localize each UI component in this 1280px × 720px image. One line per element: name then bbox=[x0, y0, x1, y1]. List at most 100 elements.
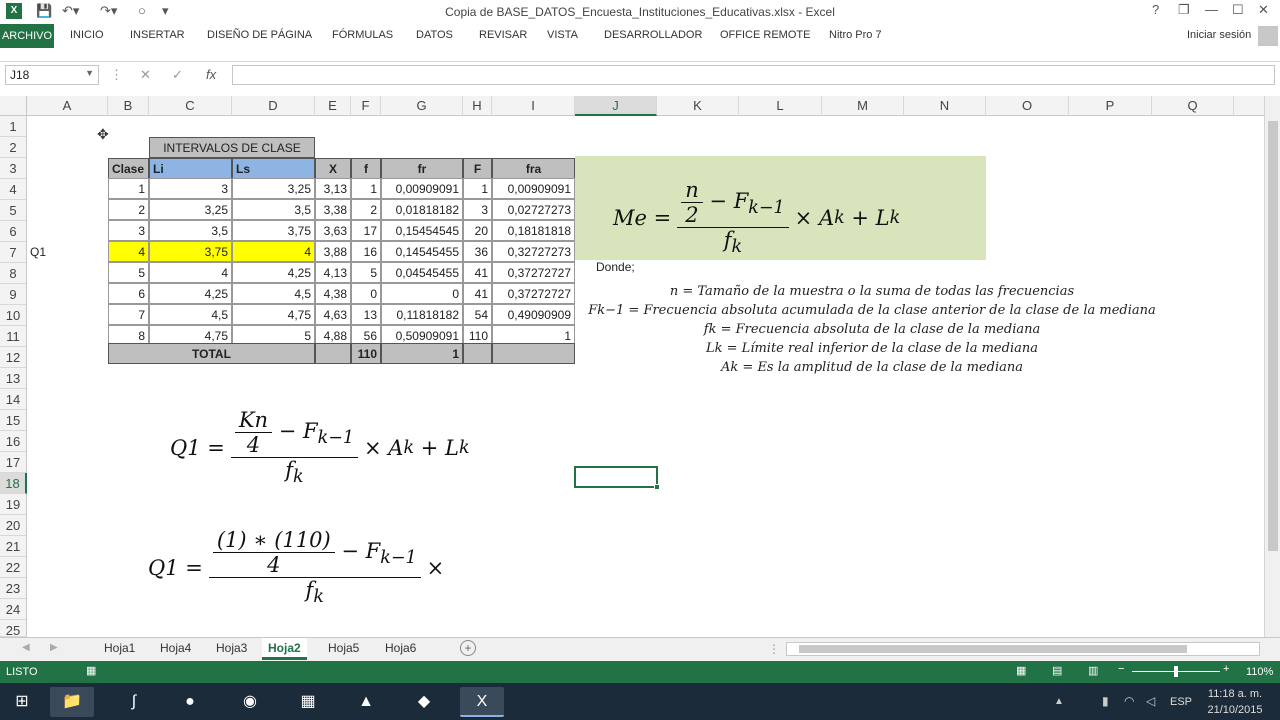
column-header[interactable]: Q bbox=[1152, 96, 1234, 116]
row-header[interactable]: 20 bbox=[0, 515, 27, 536]
total-fr[interactable]: 1 bbox=[381, 343, 463, 364]
table-cell[interactable]: 0 bbox=[381, 283, 463, 304]
row-header[interactable]: 16 bbox=[0, 431, 27, 452]
row-header[interactable]: 18 bbox=[0, 473, 27, 494]
row-header[interactable]: 4 bbox=[0, 179, 27, 200]
median-formula-box[interactable]: Me = n2 − Fk−1 fk × Ak + Lk bbox=[575, 156, 986, 260]
q1-label[interactable]: Q1 bbox=[27, 242, 87, 263]
prev-sheet-icon[interactable]: ◀ bbox=[22, 642, 30, 653]
row-header[interactable]: 11 bbox=[0, 326, 27, 347]
table-cell[interactable]: 0,01818182 bbox=[381, 199, 463, 220]
row-header[interactable]: 23 bbox=[0, 578, 27, 599]
table-cell[interactable]: 2 bbox=[108, 199, 149, 220]
header-clase[interactable]: Clase bbox=[108, 158, 149, 179]
table-cell[interactable]: 5 bbox=[351, 262, 381, 283]
chrome-icon[interactable]: ◉ bbox=[228, 687, 272, 717]
show-hidden-icons-icon[interactable]: ▲ bbox=[1054, 696, 1064, 707]
row-header[interactable]: 17 bbox=[0, 452, 27, 473]
signin-link[interactable]: Iniciar sesión bbox=[1187, 29, 1251, 41]
cancel-icon[interactable]: ✕ bbox=[140, 67, 151, 83]
row-header[interactable]: 22 bbox=[0, 557, 27, 578]
tab-nitro-pro[interactable]: Nitro Pro 7 bbox=[829, 29, 882, 41]
column-header[interactable]: C bbox=[149, 96, 232, 116]
table-cell[interactable]: 4,13 bbox=[315, 262, 351, 283]
table-cell[interactable]: 0 bbox=[351, 283, 381, 304]
header-F[interactable]: F bbox=[463, 158, 492, 179]
clock-date[interactable]: 21/10/2015 bbox=[1206, 704, 1264, 716]
row-header[interactable]: 7 bbox=[0, 242, 27, 263]
tab-insertar[interactable]: INSERTAR bbox=[130, 29, 185, 41]
total-f[interactable]: 110 bbox=[351, 343, 381, 364]
enter-icon[interactable]: ✓ bbox=[172, 67, 183, 83]
header-fr[interactable]: fr bbox=[381, 158, 463, 179]
table-cell[interactable]: 4,25 bbox=[149, 283, 232, 304]
row-header[interactable]: 19 bbox=[0, 494, 27, 515]
table-cell[interactable]: 3,5 bbox=[232, 199, 315, 220]
table-cell[interactable]: 2 bbox=[351, 199, 381, 220]
table-cell[interactable]: 4,38 bbox=[315, 283, 351, 304]
table-cell[interactable]: 4,25 bbox=[232, 262, 315, 283]
total-x[interactable] bbox=[315, 343, 351, 364]
row-header[interactable]: 25 bbox=[0, 620, 27, 638]
volume-icon[interactable]: ◁ bbox=[1146, 694, 1155, 708]
table-cell[interactable]: 3,38 bbox=[315, 199, 351, 220]
table-cell[interactable]: 3,75 bbox=[149, 241, 232, 262]
column-header[interactable]: A bbox=[27, 96, 108, 116]
select-all-corner[interactable] bbox=[0, 96, 27, 116]
table-cell[interactable]: 7 bbox=[108, 304, 149, 325]
row-header[interactable]: 24 bbox=[0, 599, 27, 620]
header-li[interactable]: Li bbox=[149, 158, 232, 179]
total-fra[interactable] bbox=[492, 343, 575, 364]
next-sheet-icon[interactable]: ▶ bbox=[50, 642, 58, 653]
header-fra[interactable]: fra bbox=[492, 158, 575, 179]
video-app-icon[interactable]: ◆ bbox=[402, 687, 446, 717]
insert-function-icon[interactable]: fx bbox=[206, 67, 216, 82]
excel-taskbar-icon[interactable]: X bbox=[460, 687, 504, 717]
table-cell[interactable]: 3,88 bbox=[315, 241, 351, 262]
zoom-out-icon[interactable]: − bbox=[1118, 663, 1124, 675]
table-cell[interactable]: 3,75 bbox=[232, 220, 315, 241]
table-cell[interactable]: 0,11818182 bbox=[381, 304, 463, 325]
table-cell[interactable]: 5 bbox=[108, 262, 149, 283]
tab-office-remote[interactable]: OFFICE REMOTE bbox=[720, 29, 810, 41]
column-header[interactable]: J bbox=[575, 96, 657, 116]
row-header[interactable]: 6 bbox=[0, 221, 27, 242]
row-header[interactable]: 10 bbox=[0, 305, 27, 326]
tab-vista[interactable]: VISTA bbox=[547, 29, 578, 41]
scrollbar-thumb[interactable] bbox=[799, 645, 1187, 653]
wifi-icon[interactable]: ◠ bbox=[1124, 694, 1134, 708]
header-f[interactable]: f bbox=[351, 158, 381, 179]
table-cell[interactable]: 0,18181818 bbox=[492, 220, 575, 241]
sheet-tab-hoja5[interactable]: Hoja5 bbox=[322, 641, 365, 655]
column-header[interactable]: K bbox=[657, 96, 739, 116]
row-header[interactable]: 12 bbox=[0, 347, 27, 368]
table-cell[interactable]: 0,15454545 bbox=[381, 220, 463, 241]
row-header[interactable]: 13 bbox=[0, 368, 27, 389]
column-header[interactable]: G bbox=[381, 96, 463, 116]
row-header[interactable]: 8 bbox=[0, 263, 27, 284]
chevron-down-icon[interactable]: ▼ bbox=[85, 68, 94, 78]
table-cell[interactable]: 0,37272727 bbox=[492, 283, 575, 304]
fill-handle[interactable] bbox=[654, 484, 660, 490]
donde-label[interactable]: Donde; bbox=[596, 260, 635, 274]
table-cell[interactable]: 3 bbox=[108, 220, 149, 241]
table-cell[interactable]: 20 bbox=[463, 220, 492, 241]
zoom-slider-handle[interactable] bbox=[1174, 666, 1178, 677]
sheet-tab-hoja3[interactable]: Hoja3 bbox=[210, 641, 253, 655]
tab-desarrollador[interactable]: DESARROLLADOR bbox=[604, 29, 702, 41]
table-cell[interactable]: 3,63 bbox=[315, 220, 351, 241]
file-explorer-icon[interactable]: 📁 bbox=[50, 687, 94, 717]
table-cell[interactable]: 0,02727273 bbox=[492, 199, 575, 220]
table-cell[interactable]: 0,14545455 bbox=[381, 241, 463, 262]
vertical-scrollbar[interactable] bbox=[1264, 96, 1280, 637]
table-cell[interactable]: 4,5 bbox=[149, 304, 232, 325]
sheet-tab-hoja2[interactable]: Hoja2 bbox=[262, 638, 307, 660]
windows-start-icon[interactable]: ⊞ bbox=[0, 687, 44, 717]
maximize-button[interactable]: ☐ bbox=[1232, 2, 1244, 18]
row-header[interactable]: 1 bbox=[0, 116, 27, 137]
table-cell[interactable]: 3,13 bbox=[315, 178, 351, 199]
column-header[interactable]: H bbox=[463, 96, 492, 116]
table-cell[interactable]: 41 bbox=[463, 283, 492, 304]
column-header[interactable]: B bbox=[108, 96, 149, 116]
row-header[interactable]: 9 bbox=[0, 284, 27, 305]
